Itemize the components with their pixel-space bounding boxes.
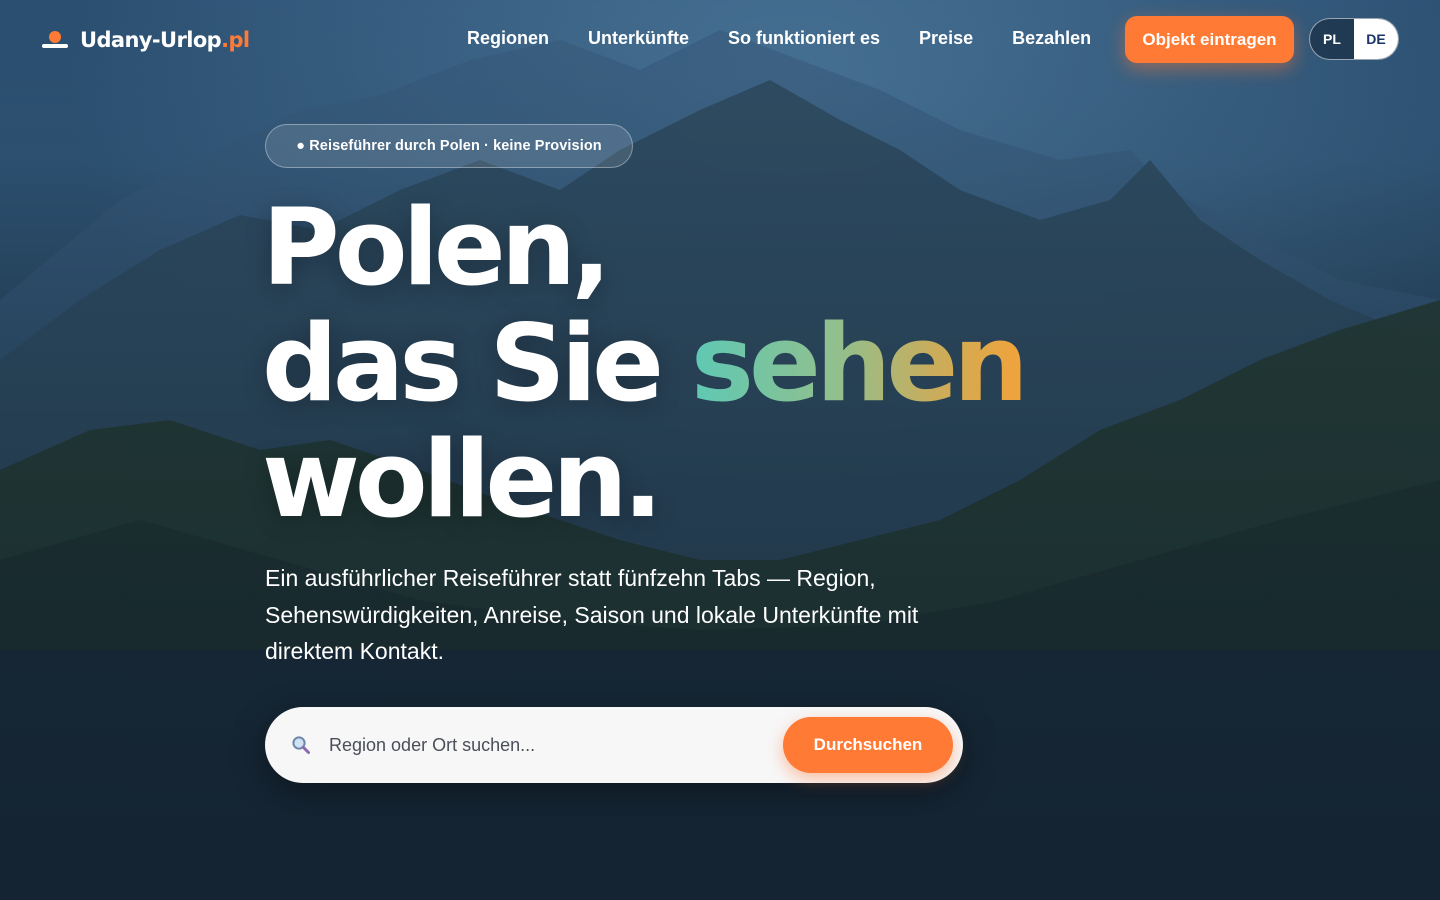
nav-link-so-funktioniert-es[interactable]: So funktioniert es [728, 28, 880, 48]
site-logo[interactable]: Udany-Urlop.pl [42, 26, 250, 54]
magnifier-icon [292, 736, 310, 754]
search-bar: Durchsuchen [265, 707, 963, 783]
language-option-pl[interactable]: PL [1310, 19, 1354, 59]
headline-accent-word: sehen [690, 302, 1029, 425]
hero-headline: Polen, das Sie sehen wollen. [262, 190, 1162, 538]
headline-line-2: das Sie sehen [262, 306, 1162, 422]
headline-plain-text: das Sie [262, 302, 691, 425]
main-menu: Regionen Unterkünfte So funktioniert es … [467, 28, 1091, 52]
hero-subtitle: Ein ausführlicher Reiseführer statt fünf… [265, 565, 919, 664]
headline-line-3: wollen. [262, 418, 663, 541]
top-navigation: Udany-Urlop.pl Regionen Unterkünfte So f… [0, 0, 1440, 80]
search-button[interactable]: Durchsuchen [783, 717, 953, 773]
search-input[interactable] [329, 725, 769, 765]
nav-link-preise[interactable]: Preise [919, 28, 973, 48]
nav-link-bezahlen[interactable]: Bezahlen [1012, 28, 1091, 48]
language-switcher: PL DE [1309, 18, 1399, 60]
nav-link-unterkuenfte[interactable]: Unterkünfte [588, 28, 689, 48]
headline-line-1: Polen, [262, 186, 611, 309]
logo-tld: .pl [221, 28, 250, 52]
list-property-button[interactable]: Objekt eintragen [1125, 16, 1294, 63]
logo-text: Udany-Urlop.pl [80, 28, 250, 52]
sunset-logo-icon [42, 29, 68, 51]
language-option-de[interactable]: DE [1354, 19, 1398, 59]
hero-badge: ● Reiseführer durch Polen · keine Provis… [265, 124, 633, 168]
nav-link-regionen[interactable]: Regionen [467, 28, 549, 48]
